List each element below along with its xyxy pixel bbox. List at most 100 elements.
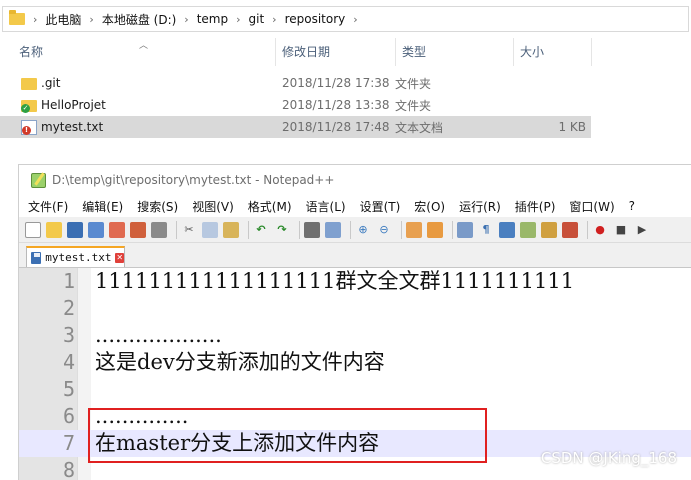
play-macro-icon[interactable]: ▶ xyxy=(634,222,650,238)
line-number: 7 xyxy=(62,431,75,455)
folder-as-workspace-icon[interactable] xyxy=(541,221,557,238)
show-all-characters-icon[interactable]: ¶ xyxy=(478,222,494,238)
menu-run[interactable]: 运行(R) xyxy=(459,198,501,215)
cut-icon[interactable]: ✂ xyxy=(181,222,197,238)
editor-line: 4 这是dev分支新添加的文件内容 xyxy=(19,349,691,376)
new-file-icon[interactable] xyxy=(25,221,41,238)
menu-help[interactable]: ? xyxy=(629,199,635,213)
word-wrap-icon[interactable] xyxy=(457,221,473,238)
toolbar-separator xyxy=(248,220,249,239)
save-icon[interactable] xyxy=(67,221,83,238)
toolbar-separator xyxy=(350,220,351,239)
indent-guide-icon[interactable] xyxy=(499,221,515,238)
open-file-icon[interactable] xyxy=(46,221,62,238)
highlight-annotation-box xyxy=(88,408,487,463)
column-type[interactable]: 类型 xyxy=(395,38,513,66)
print-icon[interactable] xyxy=(151,221,167,238)
line-text: 111111111111111111群文全文群1111111111 xyxy=(95,269,575,293)
chevron-right-icon: › xyxy=(236,12,241,26)
column-size[interactable]: 大小 xyxy=(513,38,591,66)
file-name: .git xyxy=(41,76,61,90)
language-icon[interactable] xyxy=(520,221,536,238)
menu-macro[interactable]: 宏(O) xyxy=(414,198,445,215)
window-title: D:\temp\git\repository\mytest.txt - Note… xyxy=(52,173,335,187)
menu-window[interactable]: 窗口(W) xyxy=(569,198,614,215)
menu-language[interactable]: 语言(L) xyxy=(306,198,346,215)
breadcrumb-this-pc[interactable]: 此电脑 xyxy=(45,11,81,28)
menu-edit[interactable]: 编辑(E) xyxy=(82,198,123,215)
menu-plugins[interactable]: 插件(P) xyxy=(515,198,556,215)
file-date: 2018/11/28 17:48 xyxy=(282,120,390,134)
chevron-right-icon: › xyxy=(89,12,94,26)
toolbar-separator xyxy=(401,220,402,239)
menu-search[interactable]: 搜索(S) xyxy=(137,198,178,215)
close-all-icon[interactable] xyxy=(130,221,146,238)
zoom-out-icon[interactable]: ⊖ xyxy=(376,222,392,238)
close-tab-icon[interactable]: ✕ xyxy=(115,252,124,263)
address-bar[interactable]: › 此电脑 › 本地磁盘 (D:) › temp › git › reposit… xyxy=(0,0,691,38)
tab-bar: mytest.txt ✕ xyxy=(19,243,691,267)
stop-macro-icon[interactable]: ■ xyxy=(613,222,629,238)
save-all-icon[interactable] xyxy=(88,221,104,238)
sync-vertical-icon[interactable] xyxy=(406,221,422,238)
breadcrumb-git[interactable]: git xyxy=(249,12,265,26)
breadcrumb-temp[interactable]: temp xyxy=(197,12,228,26)
record-macro-icon[interactable]: ● xyxy=(592,222,608,238)
chevron-right-icon[interactable]: › xyxy=(353,13,357,26)
toolbar-separator xyxy=(176,220,177,239)
breadcrumb-repository[interactable]: repository xyxy=(285,12,346,26)
file-row-selected[interactable]: ! mytest.txt 2018/11/28 17:48 文本文档 1 KB xyxy=(0,116,591,138)
breadcrumb-drive-d[interactable]: 本地磁盘 (D:) xyxy=(102,11,176,28)
menu-view[interactable]: 视图(V) xyxy=(192,198,234,215)
file-row[interactable]: .git 2018/11/28 17:38 文件夹 xyxy=(0,72,691,94)
tab-mytest[interactable]: mytest.txt ✕ xyxy=(26,246,125,267)
editor-line: 1 111111111111111111群文全文群1111111111 xyxy=(19,268,691,295)
line-number: 5 xyxy=(62,377,75,401)
folder-synced-icon: ✓ xyxy=(21,100,37,113)
paste-icon[interactable] xyxy=(223,221,239,238)
file-type: 文本文档 xyxy=(395,120,444,135)
column-name[interactable]: 名称 xyxy=(0,38,275,66)
file-date: 2018/11/28 13:38 xyxy=(282,98,390,112)
editor-line: 3 ................... xyxy=(19,322,691,349)
redo-icon[interactable]: ↷ xyxy=(274,222,290,238)
menu-settings[interactable]: 设置(T) xyxy=(360,198,401,215)
line-number: 4 xyxy=(62,350,75,374)
file-size: 1 KB xyxy=(558,120,586,134)
notepad-app-icon xyxy=(31,172,46,188)
file-name: mytest.txt xyxy=(41,120,104,134)
chevron-right-icon: › xyxy=(33,12,38,26)
file-row[interactable]: ✓ HelloProjet 2018/11/28 13:38 文件夹 xyxy=(0,94,691,116)
column-divider xyxy=(591,38,601,66)
toolbar-separator xyxy=(587,220,588,239)
doc-map-icon[interactable] xyxy=(562,221,578,238)
chevron-right-icon: › xyxy=(184,12,189,26)
folder-icon xyxy=(9,10,25,25)
line-number: 6 xyxy=(62,404,75,428)
copy-icon[interactable] xyxy=(202,221,218,238)
undo-icon[interactable]: ↶ xyxy=(253,222,269,238)
editor-line: 2 xyxy=(19,295,691,322)
saved-file-icon xyxy=(31,251,42,264)
menu-file[interactable]: 文件(F) xyxy=(28,198,68,215)
replace-icon[interactable] xyxy=(325,221,341,238)
line-number: 2 xyxy=(62,296,75,320)
zoom-in-icon[interactable]: ⊕ xyxy=(355,222,371,238)
tab-label: mytest.txt xyxy=(45,251,112,264)
title-bar[interactable]: D:\temp\git\repository\mytest.txt - Note… xyxy=(19,165,691,195)
menu-format[interactable]: 格式(M) xyxy=(248,198,292,215)
file-type: 文件夹 xyxy=(395,76,432,91)
sync-horizontal-icon[interactable] xyxy=(427,221,443,238)
column-date[interactable]: 修改日期 xyxy=(275,38,395,66)
close-file-icon[interactable] xyxy=(109,221,125,238)
toolbar-separator xyxy=(299,220,300,239)
menu-bar: 文件(F) 编辑(E) 搜索(S) 视图(V) 格式(M) 语言(L) 设置(T… xyxy=(19,195,691,217)
chevron-right-icon: › xyxy=(272,12,277,26)
editor-line: 5 xyxy=(19,376,691,403)
find-icon[interactable] xyxy=(304,221,320,238)
line-number: 1 xyxy=(62,269,75,293)
file-date: 2018/11/28 17:38 xyxy=(282,76,390,90)
folder-icon xyxy=(21,78,37,90)
file-list: .git 2018/11/28 17:38 文件夹 ✓ HelloProjet … xyxy=(0,72,691,138)
toolbar: ✂ ↶ ↷ ⊕ ⊖ ¶ ● ■ ▶ xyxy=(19,217,691,243)
